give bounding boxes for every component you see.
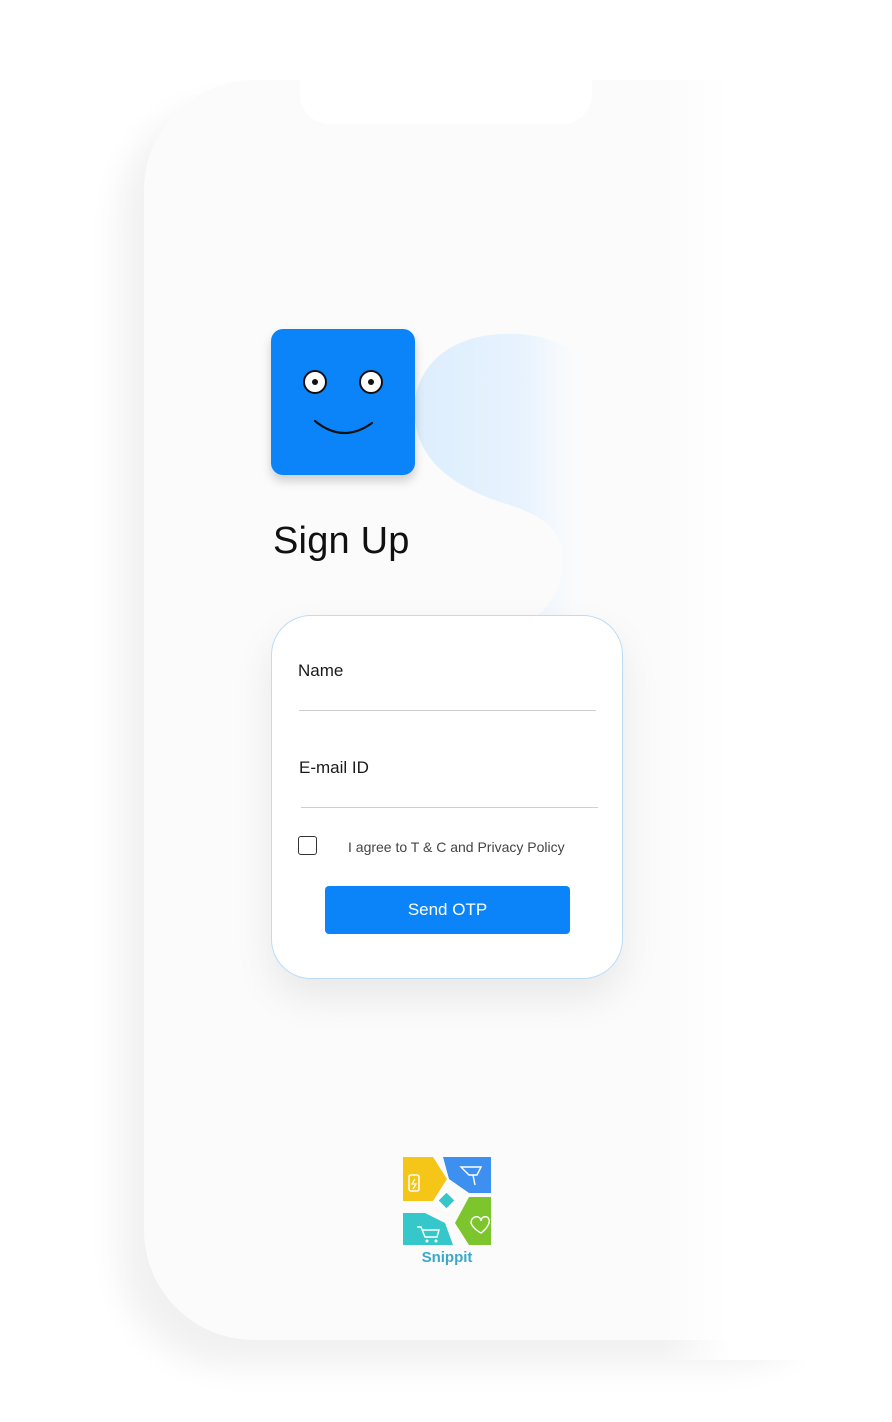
name-label: Name bbox=[298, 661, 344, 680]
agree-checkbox[interactable] bbox=[298, 836, 317, 855]
phone-notch bbox=[300, 80, 592, 124]
agree-label: I agree to T & C and Privacy Policy bbox=[348, 839, 565, 855]
right-fade bbox=[660, 60, 892, 1360]
snippit-logo-text: Snippit bbox=[421, 1249, 473, 1266]
snippit-logo bbox=[403, 1157, 491, 1245]
email-label: E-mail ID bbox=[299, 758, 369, 777]
email-field[interactable] bbox=[301, 807, 598, 808]
mascot-icon bbox=[271, 329, 415, 475]
name-field[interactable] bbox=[299, 710, 596, 711]
send-otp-button[interactable]: Send OTP bbox=[325, 886, 570, 934]
page-title: Sign Up bbox=[273, 520, 410, 562]
signup-form-card: Name E-mail ID I agree to T & C and Priv… bbox=[271, 615, 623, 979]
